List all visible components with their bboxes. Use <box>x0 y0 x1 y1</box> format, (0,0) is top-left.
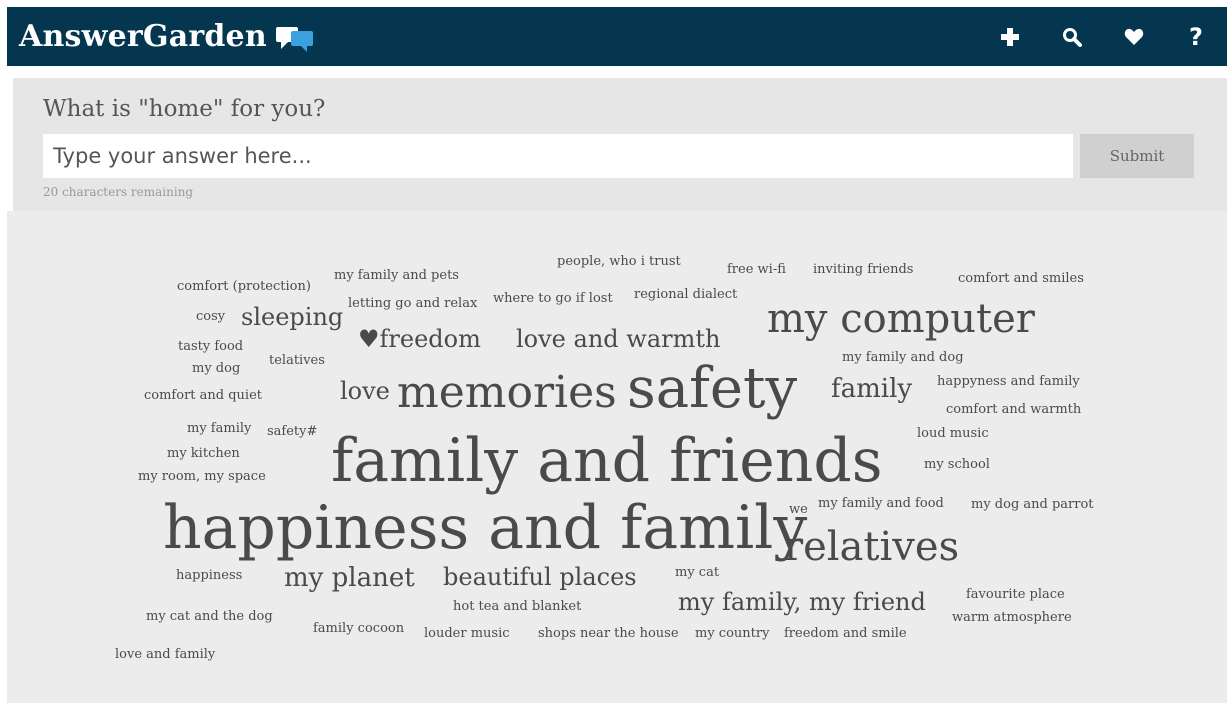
cloud-word[interactable]: telatives <box>269 354 325 367</box>
heart-icon: ♥ <box>358 325 380 353</box>
speech-bubbles-icon <box>275 22 315 52</box>
cloud-word[interactable]: loud music <box>917 427 989 440</box>
cloud-word[interactable]: letting go and relax <box>348 297 477 310</box>
cloud-word[interactable]: safety <box>627 361 797 417</box>
cloud-word[interactable]: beautiful places <box>443 565 637 589</box>
cloud-word[interactable]: my planet <box>284 565 415 591</box>
cloud-word[interactable]: happiness <box>176 569 242 582</box>
search-icon[interactable] <box>1041 7 1103 66</box>
cloud-word[interactable]: my computer <box>767 299 1035 339</box>
cloud-word[interactable]: happiness and family <box>163 498 807 558</box>
cloud-word[interactable]: comfort (protection) <box>177 280 311 293</box>
cloud-word[interactable]: comfort and quiet <box>144 389 262 402</box>
cloud-word[interactable]: my cat <box>675 566 719 579</box>
cloud-word[interactable]: where to go if lost <box>493 292 613 305</box>
cloud-word[interactable]: my family, my friend <box>678 590 926 614</box>
cloud-word[interactable]: inviting friends <box>813 263 913 276</box>
help-icon[interactable]: ? <box>1165 7 1227 66</box>
cloud-word[interactable]: love and warmth <box>516 327 720 351</box>
question-panel: What is "home" for you? Submit 20 charac… <box>13 78 1227 211</box>
cloud-word[interactable]: memories <box>397 371 617 415</box>
cloud-word-label: freedom <box>379 325 481 353</box>
cloud-word[interactable]: my dog and parrot <box>971 498 1094 511</box>
cloud-word[interactable]: my family and food <box>818 497 944 510</box>
cloud-word[interactable]: tasty food <box>178 340 243 353</box>
cloud-word[interactable]: my room, my space <box>138 470 266 483</box>
app-logo[interactable]: AnswerGarden <box>19 19 315 54</box>
cloud-word[interactable]: freedom and smile <box>784 627 907 640</box>
heart-icon[interactable] <box>1103 7 1165 66</box>
cloud-word[interactable]: my family <box>187 422 251 435</box>
cloud-word[interactable]: louder music <box>424 627 510 640</box>
cloud-word[interactable]: family <box>831 376 912 402</box>
cloud-word[interactable]: warm atmosphere <box>952 611 1072 624</box>
app-header: AnswerGarden ? <box>7 7 1227 66</box>
cloud-word[interactable]: ♥freedom <box>358 327 481 351</box>
cloud-word[interactable]: happyness and family <box>937 375 1080 388</box>
cloud-word[interactable]: my kitchen <box>167 447 240 460</box>
cloud-word[interactable]: regional dialect <box>634 288 737 301</box>
header-nav: ? <box>979 7 1227 66</box>
cloud-word[interactable]: cosy <box>196 310 225 323</box>
cloud-word[interactable]: people, who i trust <box>557 255 681 268</box>
cloud-word[interactable]: favourite place <box>966 588 1065 601</box>
chars-remaining-text: 20 characters remaining <box>43 185 194 199</box>
help-glyph: ? <box>1189 22 1203 51</box>
cloud-word[interactable]: my dog <box>192 362 240 375</box>
word-cloud: comfort (protection) my family and pets … <box>7 211 1227 703</box>
question-title: What is "home" for you? <box>43 96 326 122</box>
cloud-word[interactable]: safety# <box>267 425 317 438</box>
cloud-word[interactable]: family and friends <box>331 431 883 491</box>
cloud-word[interactable]: my country <box>695 627 769 640</box>
cloud-word[interactable]: my family and pets <box>334 269 459 282</box>
cloud-word[interactable]: relatives <box>784 527 959 567</box>
cloud-word[interactable]: my cat and the dog <box>146 610 273 623</box>
submit-button[interactable]: Submit <box>1080 134 1194 178</box>
cloud-word[interactable]: hot tea and blanket <box>453 600 581 613</box>
cloud-word[interactable]: sleeping <box>241 305 343 329</box>
cloud-word[interactable]: my school <box>924 458 990 471</box>
cloud-word[interactable]: my family and dog <box>842 351 964 364</box>
logo-text: AnswerGarden <box>19 19 267 54</box>
answer-input[interactable] <box>43 134 1073 178</box>
cloud-word[interactable]: comfort and smiles <box>958 272 1084 285</box>
plus-icon[interactable] <box>979 7 1041 66</box>
cloud-word[interactable]: love and family <box>115 648 215 661</box>
cloud-word[interactable]: shops near the house <box>538 627 679 640</box>
cloud-word[interactable]: comfort and warmth <box>946 403 1081 416</box>
cloud-word[interactable]: family cocoon <box>313 622 404 635</box>
cloud-word[interactable]: free wi-fi <box>727 263 786 276</box>
cloud-word[interactable]: love <box>340 379 390 403</box>
